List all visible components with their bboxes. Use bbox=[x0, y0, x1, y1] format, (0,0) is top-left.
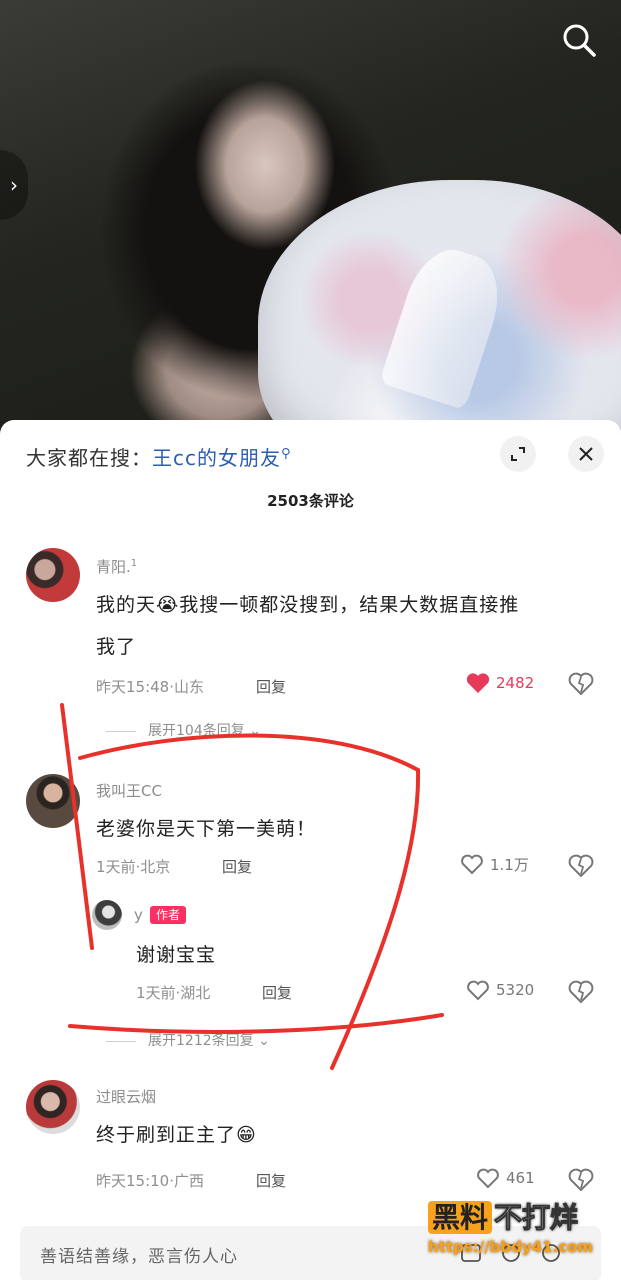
reply-button[interactable]: 回复 bbox=[222, 856, 252, 877]
comment-count: 2503条评论 bbox=[267, 492, 354, 510]
hot-search-label: 大家都在搜： bbox=[26, 446, 152, 470]
avatar[interactable] bbox=[92, 900, 122, 930]
dislike-icon[interactable] bbox=[568, 852, 594, 878]
hot-search-keyword[interactable]: 王cc的女朋友 bbox=[152, 446, 281, 470]
divider bbox=[106, 1040, 136, 1042]
avatar[interactable] bbox=[26, 774, 80, 828]
close-icon bbox=[579, 447, 593, 461]
heart-outline-icon bbox=[467, 980, 489, 1001]
watermark-brand: 黑料 不打烊 bbox=[428, 1196, 579, 1236]
like-button[interactable]: 5320 bbox=[466, 979, 534, 1001]
dislike-icon[interactable] bbox=[568, 1166, 594, 1192]
expand-icon bbox=[511, 447, 525, 461]
like-button[interactable]: 1.1万 bbox=[460, 853, 529, 875]
comment-meta: 1天前·北京 bbox=[96, 858, 171, 876]
expand-button[interactable] bbox=[500, 436, 536, 472]
reply-meta: 1天前·湖北 bbox=[136, 984, 211, 1002]
like-button[interactable]: 461 bbox=[476, 1167, 535, 1189]
comment-input-placeholder: 善语结善缘，恶言伤人心 bbox=[40, 1247, 238, 1267]
avatar[interactable] bbox=[26, 1080, 80, 1134]
comment-text: 终于刷到正主了😁 bbox=[96, 1124, 257, 1146]
like-button[interactable]: 2482 bbox=[466, 672, 534, 694]
dislike-icon[interactable] bbox=[568, 670, 594, 696]
search-icon: ⚲ bbox=[281, 446, 292, 462]
site-watermark: 黑料 不打烊 https://bbdy41.com bbox=[428, 1196, 618, 1266]
watermark-url: https://bbdy41.com bbox=[428, 1238, 594, 1256]
side-expand-arrow[interactable]: › bbox=[0, 150, 28, 220]
expand-replies[interactable]: 展开104条回复 ⌄ bbox=[106, 720, 261, 740]
heart-icon bbox=[466, 673, 490, 693]
comment-meta: 昨天15:10·广西 bbox=[96, 1172, 204, 1190]
reply-text: 谢谢宝宝 bbox=[136, 944, 217, 966]
reply-username[interactable]: y bbox=[134, 906, 143, 924]
divider bbox=[106, 730, 136, 732]
reply-button[interactable]: 回复 bbox=[256, 676, 286, 697]
heart-outline-icon bbox=[461, 854, 483, 875]
author-badge: 作者 bbox=[150, 906, 187, 924]
comment-username[interactable]: 我叫王CC bbox=[96, 780, 162, 801]
chevron-down-icon: ⌄ bbox=[258, 1033, 270, 1049]
like-count: 461 bbox=[506, 1169, 535, 1187]
comment-sheet: 大家都在搜：王cc的女朋友⚲ 2503条评论 青阳.1 我的天😭我搜一顿都没搜到… bbox=[0, 420, 621, 1280]
avatar[interactable] bbox=[26, 548, 80, 602]
comment-username[interactable]: 过眼云烟 bbox=[96, 1086, 156, 1107]
comment-meta: 昨天15:48·山东 bbox=[96, 678, 204, 696]
comment-text: 我的天😭我搜一顿都没搜到，结果大数据直接推 我了 bbox=[96, 594, 520, 658]
dislike-icon[interactable] bbox=[568, 978, 594, 1004]
comment-username[interactable]: 青阳.1 bbox=[96, 556, 137, 577]
comment-text: 老婆你是天下第一美萌！ bbox=[96, 818, 317, 840]
reply-button[interactable]: 回复 bbox=[256, 1170, 286, 1191]
post-photo[interactable]: › bbox=[0, 0, 621, 440]
close-button[interactable] bbox=[568, 436, 604, 472]
reply-button[interactable]: 回复 bbox=[262, 982, 292, 1003]
expand-replies[interactable]: 展开1212条回复 ⌄ bbox=[106, 1030, 270, 1050]
like-count: 1.1万 bbox=[490, 855, 529, 874]
chevron-down-icon: ⌄ bbox=[249, 723, 261, 739]
hot-search-bar[interactable]: 大家都在搜：王cc的女朋友⚲ bbox=[26, 442, 292, 471]
search-icon[interactable] bbox=[559, 20, 599, 60]
like-count: 2482 bbox=[496, 674, 535, 692]
heart-outline-icon bbox=[477, 1168, 499, 1189]
like-count: 5320 bbox=[496, 981, 535, 999]
